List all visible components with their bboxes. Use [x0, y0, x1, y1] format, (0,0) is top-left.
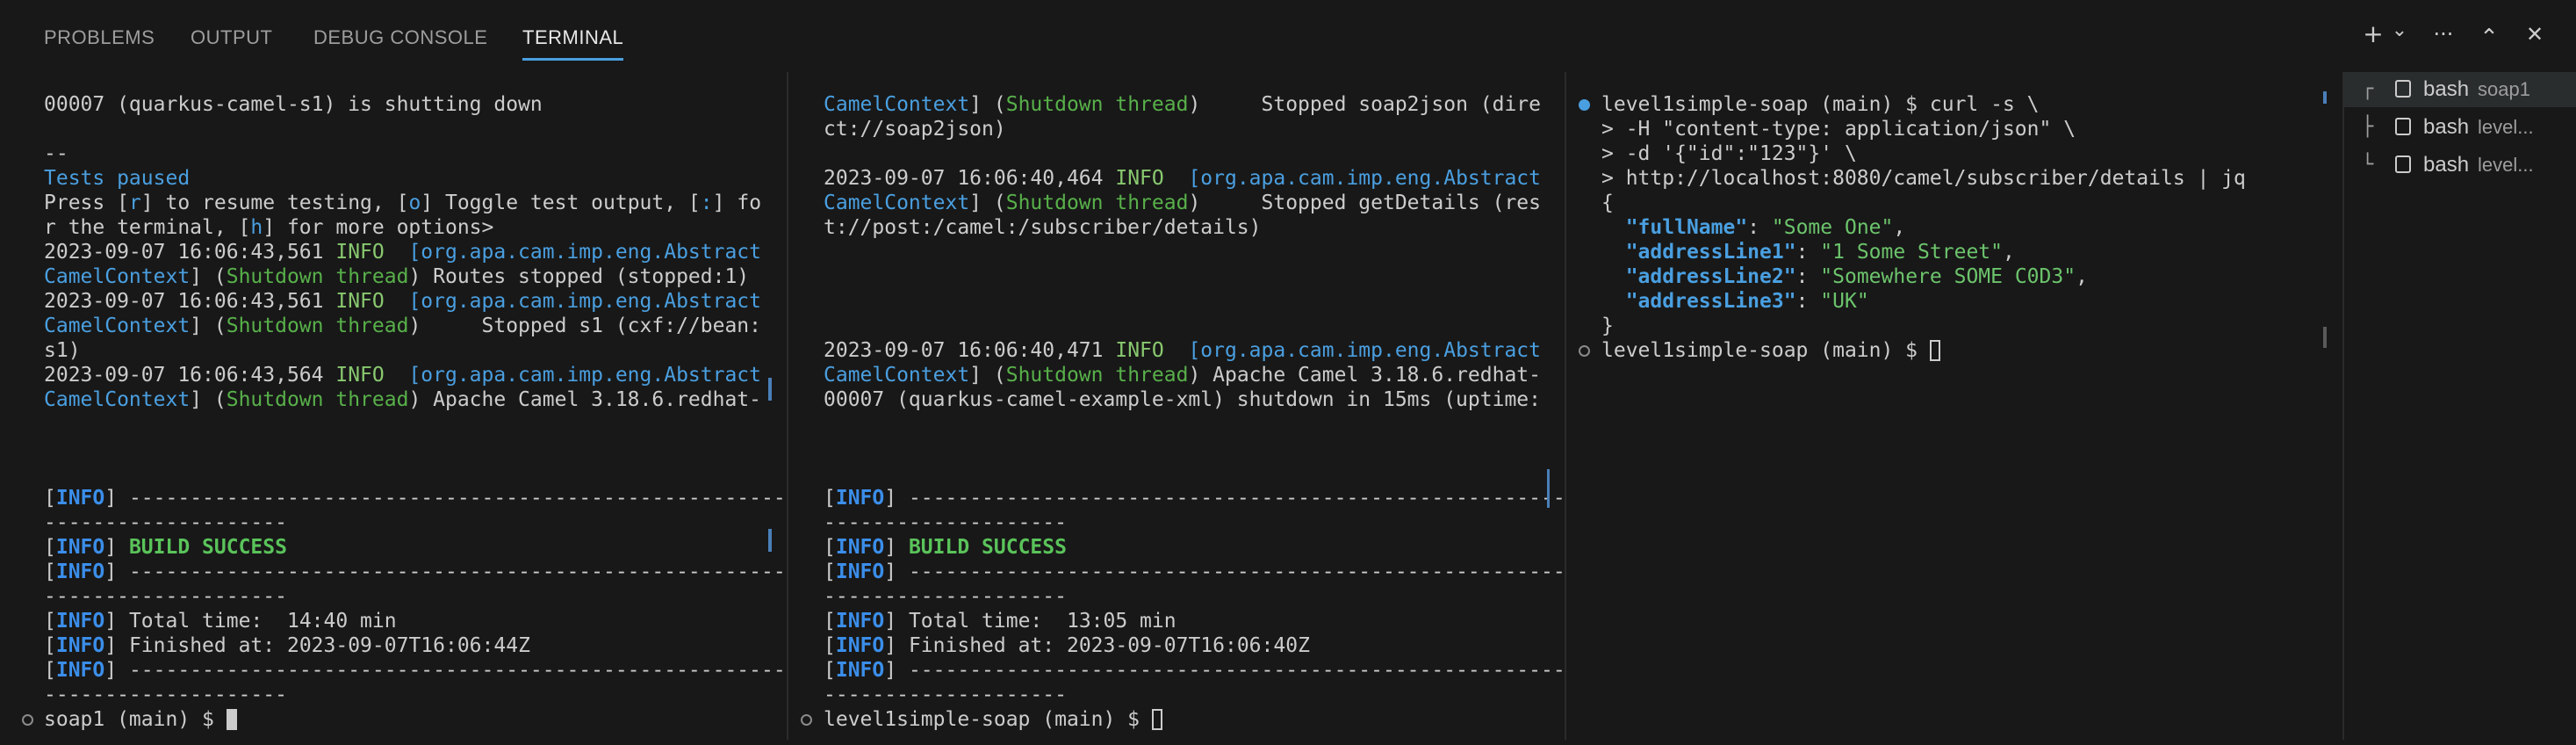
log-line: ct://soap2json) [824, 118, 1006, 141]
log-line: CamelContext] (Shutdown thread) Routes s… [44, 265, 750, 288]
json-line: "addressLine1": "1 Some Street", [1625, 241, 2015, 264]
log-line: CamelContext] (Shutdown thread) Apache C… [44, 388, 762, 411]
json-line: } [1601, 315, 1614, 337]
maven-line: [INFO] BUILD SUCCESS [824, 536, 1067, 559]
maven-line: [INFO] ---------------------------------… [824, 487, 1565, 510]
prompt-line[interactable]: level1simple-soap (main) $ [824, 707, 1162, 732]
log-line: s1) [44, 339, 81, 362]
json-line: { [1601, 192, 1614, 214]
command-status-icon[interactable] [801, 714, 812, 726]
terminal-icon [2395, 80, 2411, 98]
new-terminal-icon[interactable]: + [2358, 19, 2388, 49]
scrollbar-marker [2323, 327, 2327, 348]
maven-line: [INFO] ---------------------------------… [44, 659, 787, 682]
maven-line: [INFO] ---------------------------------… [44, 561, 787, 583]
cursor [1929, 340, 1940, 361]
command-line: level1simple-soap (main) $ curl -s \ [1601, 93, 2040, 116]
log-line: CamelContext] (Shutdown thread) Stopped … [44, 315, 762, 337]
maven-line: -------------------- [824, 585, 1067, 608]
terminal-tab-description: soap1 [2478, 78, 2530, 100]
terminal-tabs-list: ┌ bash soap1 ├ bash level... └ bash level..… [2344, 72, 2576, 740]
tree-connector: ├ [2362, 116, 2374, 138]
tests-paused-line: Tests paused [44, 167, 191, 190]
scrollbar-thumb[interactable] [768, 378, 772, 401]
log-line: 2023-09-07 16:06:40,471 INFO [org.apa.ca… [824, 339, 1542, 362]
log-line: CamelContext] (Shutdown thread) Apache C… [824, 364, 1542, 387]
scrollbar-thumb[interactable] [2323, 91, 2327, 104]
terminal-pane-level1simple-soap-1[interactable]: CamelContext] (Shutdown thread) Stopped … [788, 72, 1565, 740]
terminal-tab-description: level... [2478, 154, 2534, 176]
maven-line: [INFO] Finished at: 2023-09-07T16:06:40Z [824, 634, 1310, 657]
terminal-tab-bash-soap1[interactable]: ┌ bash soap1 [2344, 72, 2576, 107]
panel-tab-bar: PROBLEMS OUTPUT DEBUG CONSOLE TERMINAL +… [0, 0, 2576, 72]
tab-terminal[interactable]: TERMINAL [522, 0, 624, 61]
log-line: CamelContext] (Shutdown thread) Stopped … [824, 192, 1542, 214]
chevron-down-icon[interactable]: ⌄ [2385, 16, 2414, 46]
tab-output[interactable]: OUTPUT [191, 0, 272, 61]
maven-line: [INFO] Total time: 14:40 min [44, 610, 397, 633]
maven-line: -------------------- [44, 511, 287, 534]
terminal-tab-label: bash [2423, 77, 2470, 101]
maven-line: -------------------- [44, 585, 287, 608]
maven-line: [INFO] ---------------------------------… [824, 659, 1565, 682]
command-status-icon[interactable] [1579, 345, 1590, 357]
log-line: 2023-09-07 16:06:40,464 INFO [org.apa.ca… [824, 167, 1542, 190]
command-status-icon[interactable] [22, 714, 33, 726]
json-line: "fullName": "Some One", [1625, 216, 1906, 239]
log-line: 00007 (quarkus-camel-example-xml) shutdo… [824, 388, 1541, 411]
terminal-tab-label: bash [2423, 153, 2470, 177]
tab-debug-console[interactable]: DEBUG CONSOLE [313, 0, 487, 61]
tree-connector: ┌ [2362, 78, 2374, 100]
maven-line: [INFO] Total time: 13:05 min [824, 610, 1176, 633]
log-line: 2023-09-07 16:06:43,564 INFO [org.apa.ca… [44, 364, 762, 387]
terminal-pane-level1simple-soap-2[interactable]: level1simple-soap (main) $ curl -s \ > -… [1566, 72, 2342, 740]
command-line: > -H "content-type: application/json" \ [1601, 118, 2076, 141]
maven-line: -------------------- [824, 511, 1067, 534]
maven-line: -------------------- [824, 684, 1067, 706]
output-line: 00007 (quarkus-camel-s1) is shutting dow… [44, 93, 543, 116]
log-line: t://post:/camel:/subscriber/details) [824, 216, 1262, 239]
terminal-tab-bash-level1[interactable]: ├ bash level... [2344, 110, 2576, 145]
more-actions-icon[interactable]: ··· [2428, 19, 2458, 49]
tree-connector: └ [2362, 154, 2374, 176]
output-line: Press [r] to resume testing, [o] Toggle … [44, 192, 762, 214]
maven-line: [INFO] ---------------------------------… [44, 487, 787, 510]
command-line: > -d '{"id":"123"}' \ [1601, 142, 1857, 165]
command-line: > http://localhost:8080/camel/subscriber… [1601, 167, 2246, 190]
scrollbar-thumb[interactable] [1547, 469, 1550, 508]
terminal-icon [2395, 156, 2411, 173]
json-line: "addressLine3": "UK" [1625, 290, 1869, 313]
command-success-icon[interactable] [1579, 99, 1590, 111]
json-line: "addressLine2": "Somewhere SOME C0D3", [1625, 265, 2088, 288]
scrollbar-marker [768, 529, 772, 552]
terminal-tab-description: level... [2478, 116, 2534, 138]
terminal-icon [2395, 118, 2411, 135]
maven-line: [INFO] Finished at: 2023-09-07T16:06:44Z [44, 634, 530, 657]
output-line: -- [44, 142, 68, 165]
maven-line: [INFO] BUILD SUCCESS [44, 536, 287, 559]
maven-line: [INFO] ---------------------------------… [824, 561, 1565, 583]
terminal-pane-soap1[interactable]: 00007 (quarkus-camel-s1) is shutting dow… [0, 72, 787, 740]
terminal-tab-label: bash [2423, 115, 2470, 139]
terminal-tab-bash-level2[interactable]: └ bash level... [2344, 148, 2576, 183]
cursor [226, 709, 237, 730]
log-line: 2023-09-07 16:06:43,561 INFO [org.apa.ca… [44, 241, 762, 264]
close-panel-icon[interactable]: ✕ [2520, 19, 2550, 49]
maven-line: -------------------- [44, 684, 287, 706]
cursor [1151, 709, 1162, 730]
output-line: r the terminal, [h] for more options> [44, 216, 494, 239]
prompt-line[interactable]: soap1 (main) $ [44, 707, 237, 732]
log-line: CamelContext] (Shutdown thread) Stopped … [824, 93, 1542, 116]
tab-problems[interactable]: PROBLEMS [44, 0, 155, 61]
maximize-panel-icon[interactable]: ⌃ [2474, 23, 2504, 53]
log-line: 2023-09-07 16:06:43,561 INFO [org.apa.ca… [44, 290, 762, 313]
prompt-line[interactable]: level1simple-soap (main) $ [1601, 338, 1940, 363]
